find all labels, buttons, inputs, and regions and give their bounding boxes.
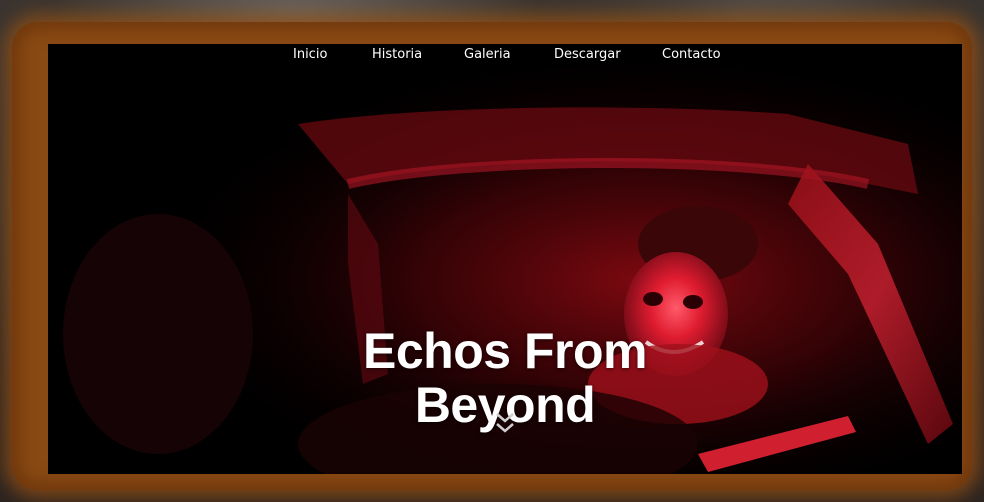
top-navigation: Inicio Historia Galeria Descargar Contac… (48, 44, 962, 66)
double-chevron-down-icon (496, 413, 514, 433)
nav-item-descargar[interactable]: Descargar (554, 47, 621, 62)
scroll-down-button[interactable] (494, 410, 516, 440)
nav-item-contacto[interactable]: Contacto (662, 47, 721, 62)
hero-section: Inicio Historia Galeria Descargar Contac… (48, 44, 962, 474)
nav-item-historia[interactable]: Historia (372, 47, 422, 62)
nav-item-galeria[interactable]: Galeria (464, 47, 511, 62)
hero-title-line1: Echos From (363, 322, 647, 379)
nav-item-inicio[interactable]: Inicio (293, 47, 327, 62)
